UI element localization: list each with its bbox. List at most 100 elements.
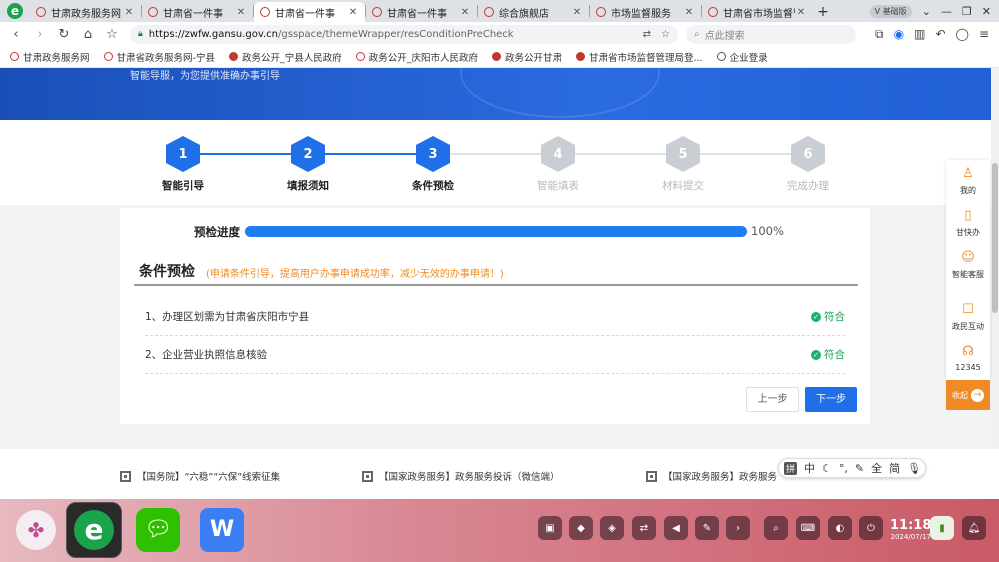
tray-search-icon[interactable]: ⌕ xyxy=(764,516,788,540)
forward-icon[interactable]: › xyxy=(28,27,52,42)
wechat-app-icon[interactable]: 💬︎ xyxy=(130,502,186,558)
tray-volume-icon[interactable]: ◀ xyxy=(664,516,688,540)
browser-tab[interactable]: 市场监督服务 ✕ xyxy=(590,2,701,22)
history-icon[interactable]: ↶ xyxy=(935,27,945,42)
menu-chevron-icon[interactable]: ⌄ xyxy=(922,5,931,18)
footer-link-label: 【国家政务服务】政务服务投诉（微信端） xyxy=(379,472,560,483)
address-bar[interactable]: 🔒︎ https://zwfw.gansu.gov.cn /gsspace/th… xyxy=(130,24,678,44)
page-scrollbar[interactable] xyxy=(991,68,999,449)
bookmark-label: 政务公开甘肃 xyxy=(504,52,562,64)
footer-link[interactable]: 【国家政务服务】政务服务 xyxy=(646,469,777,483)
browser-tab[interactable]: 综合旗舰店 ✕ xyxy=(478,2,589,22)
menu-icon[interactable]: ≡ xyxy=(979,27,989,42)
ime-punct-icon[interactable]: °, xyxy=(839,462,848,475)
bookmark-item[interactable]: 企业登录 xyxy=(716,50,768,64)
favorite-icon[interactable]: ☆ xyxy=(661,29,670,40)
tab-close-icon[interactable]: ✕ xyxy=(123,7,135,18)
collapse-panel-button[interactable]: 收起 → xyxy=(946,380,990,410)
bookmark-star-icon[interactable]: ☆ xyxy=(100,27,124,42)
bookmark-item[interactable]: 甘肃省政务服务网-宁县 xyxy=(103,50,215,64)
footer-link[interactable]: 【国家政务服务】政务服务投诉（微信端） xyxy=(362,469,560,483)
tray-app2-icon[interactable]: ◆ xyxy=(569,516,593,540)
ime-mic-icon[interactable]: 🎙︎ xyxy=(907,462,921,475)
bookmark-favicon-icon xyxy=(228,52,238,61)
account-icon[interactable]: ◯ xyxy=(956,27,969,42)
side-item-label: 政民互动 xyxy=(952,322,984,331)
side-item-4[interactable]: ☊ 12345 xyxy=(946,344,990,372)
bookmark-item[interactable]: 政务公开甘肃 xyxy=(491,50,562,64)
bookmark-favicon-icon xyxy=(491,52,501,61)
side-item-1[interactable]: ▯ 甘快办 xyxy=(946,208,990,238)
tray-app1-icon[interactable]: ▣ xyxy=(538,516,562,540)
tab-label: 甘肃省市场监督管 xyxy=(723,8,795,20)
bookmark-label: 政务公开_宁县人民政府 xyxy=(241,52,342,64)
tray-network-icon[interactable]: ◐ xyxy=(828,516,852,540)
bookmark-favicon-icon xyxy=(576,52,585,61)
minimize-icon[interactable]: — xyxy=(941,5,952,18)
bookmark-item[interactable]: 甘肃政务服务网 xyxy=(10,50,90,64)
new-tab-button[interactable]: + xyxy=(813,2,833,22)
translate-icon[interactable]: ⇄ xyxy=(643,29,651,40)
tray-switch-icon[interactable]: ⇄ xyxy=(632,516,656,540)
browser-app-icon[interactable]: e xyxy=(66,502,122,558)
bookmark-label: 政务公开_庆阳市人民政府 xyxy=(368,52,478,64)
ime-simplified-toggle[interactable]: 简 xyxy=(889,460,900,476)
bookmark-item[interactable]: 政务公开_庆阳市人民政府 xyxy=(355,50,478,64)
bookmark-favicon-icon xyxy=(103,52,113,61)
sidebar-icon[interactable]: ▥ xyxy=(914,27,925,42)
ai-assistant-icon[interactable]: ◉ xyxy=(894,27,904,42)
tray-keyboard-icon[interactable]: ⌨ xyxy=(796,516,820,540)
close-window-icon[interactable]: ✕ xyxy=(982,5,991,18)
tab-close-icon[interactable]: ✕ xyxy=(459,7,471,18)
footer-link-label: 【国务院】“六稳”“六保”线索征集 xyxy=(137,472,281,483)
ime-toolbar: 拼 中 ☾ °, ✎ 全 简 🎙︎ xyxy=(778,458,926,478)
tray-expand-icon[interactable]: › xyxy=(726,516,750,540)
step-5: 5 材料提交 xyxy=(643,136,723,193)
tab-close-icon[interactable]: ✕ xyxy=(795,7,807,18)
restore-icon[interactable]: ❐ xyxy=(962,5,972,18)
ime-fullwidth-toggle[interactable]: 全 xyxy=(871,460,882,476)
step-label: 材料提交 xyxy=(662,180,704,192)
footer-link[interactable]: 【国务院】“六稳”“六保”线索征集 xyxy=(120,469,280,483)
back-icon[interactable]: ‹ xyxy=(4,27,28,42)
ime-pinyin-icon[interactable]: 拼 xyxy=(784,461,798,475)
ime-pen-icon[interactable]: ✎ xyxy=(855,462,864,475)
tray-pen-icon[interactable]: ✎ xyxy=(695,516,719,540)
search-box[interactable]: ⌕ 点此搜索 xyxy=(686,24,856,44)
notification-icon[interactable]: 🔔︎ xyxy=(962,516,986,540)
version-badge[interactable]: V 基础版 xyxy=(869,4,912,18)
next-step-button[interactable]: 下一步 xyxy=(805,387,857,412)
browser-tab[interactable]: 甘肃省一件事 ✕ xyxy=(142,2,253,22)
extensions-icon[interactable]: ⧉ xyxy=(875,27,884,42)
tab-close-icon[interactable]: ✕ xyxy=(347,7,359,18)
taskbar-clock[interactable]: 11:18 2024/07/17 xyxy=(890,519,931,542)
step-2: 2 填报须知 xyxy=(268,136,348,193)
bookmark-item[interactable]: 政务公开_宁县人民政府 xyxy=(228,50,342,64)
reload-icon[interactable]: ↻ xyxy=(52,27,76,42)
tray-app4-icon[interactable]: ▮ xyxy=(930,516,954,540)
browser-tab[interactable]: 甘肃省市场监督管 ✕ xyxy=(702,2,813,22)
condition-text: 2、企业营业执照信息核验 xyxy=(145,349,268,361)
browser-tab[interactable]: 甘肃省一件事 ✕ xyxy=(366,2,477,22)
ime-moon-icon[interactable]: ☾ xyxy=(822,462,832,475)
side-item-3[interactable]: ☐ 政民互动 xyxy=(946,302,990,332)
browser-tab[interactable]: 甘肃政务服务网 ✕ xyxy=(30,2,141,22)
tray-app3-icon[interactable]: ◈ xyxy=(600,516,624,540)
wps-writer-icon[interactable]: W xyxy=(194,502,250,558)
tab-close-icon[interactable]: ✕ xyxy=(571,7,583,18)
side-item-2[interactable]: ☺ 智能客服 xyxy=(946,250,990,280)
tab-close-icon[interactable]: ✕ xyxy=(235,7,247,18)
home-icon[interactable]: ⌂ xyxy=(76,27,100,42)
scrollbar-thumb[interactable] xyxy=(992,163,998,313)
section-title: 条件预检 xyxy=(139,264,195,280)
launcher-icon[interactable]: ✤ xyxy=(8,502,64,558)
bookmark-item[interactable]: 甘肃省市场监督管理局登... xyxy=(576,50,703,64)
side-item-0[interactable]: ♙ 我的 xyxy=(946,166,990,196)
condition-status: ✓ 符合 xyxy=(811,309,845,324)
tray-power-icon[interactable]: ⏻ xyxy=(859,516,883,540)
tab-close-icon[interactable]: ✕ xyxy=(683,7,695,18)
ime-lang-toggle[interactable]: 中 xyxy=(804,460,815,476)
browser-logo-icon[interactable]: e xyxy=(0,0,30,22)
browser-tab[interactable]: 甘肃省一件事 ✕ xyxy=(254,2,365,22)
prev-step-button[interactable]: 上一步 xyxy=(746,387,799,412)
